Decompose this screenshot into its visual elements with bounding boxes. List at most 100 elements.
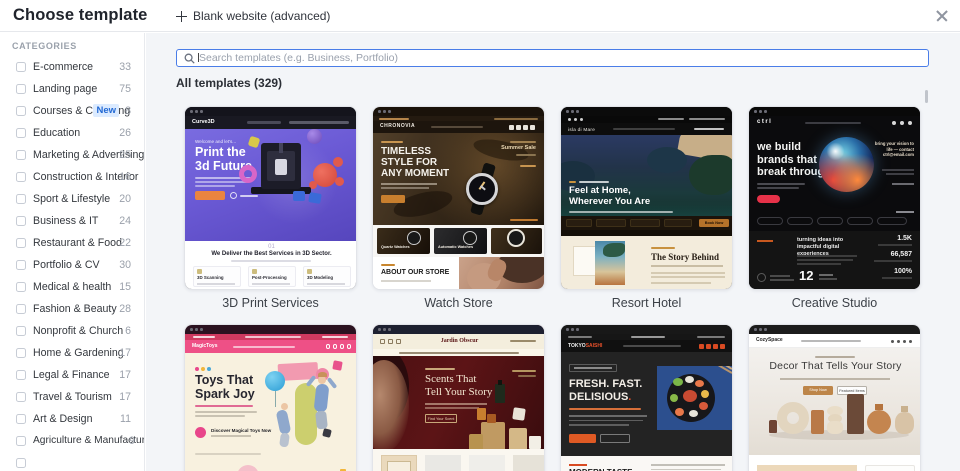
- window-dots-icon: [190, 328, 203, 331]
- checkbox[interactable]: [16, 348, 26, 358]
- checkbox[interactable]: [16, 216, 26, 226]
- template-card-decor[interactable]: CozySpace Decor That Tells Your Story Sh…: [748, 324, 921, 471]
- cta-icon: [195, 427, 206, 438]
- sidebar-item-partial[interactable]: [0, 452, 144, 471]
- gift-icon: [332, 360, 343, 371]
- checkbox[interactable]: [16, 128, 26, 138]
- sidebar-item-medical-health[interactable]: Medical & health 15: [0, 276, 144, 298]
- checkbox[interactable]: [16, 260, 26, 270]
- categories-sidebar: CATEGORIES E-commerce 33 Landing page 75 C…: [0, 33, 145, 471]
- hero-section: Scents That Tell Your Story Find Your Sc…: [373, 356, 544, 449]
- about-section: MODERN TASTE: [561, 456, 732, 471]
- template-thumbnail[interactable]: CozySpace Decor That Tells Your Story Sh…: [748, 324, 921, 471]
- checkbox[interactable]: [16, 194, 26, 204]
- window-dots-icon: [190, 110, 203, 113]
- watch-icon: [407, 231, 421, 245]
- sidebar-item-ecommerce[interactable]: E-commerce 33: [0, 56, 144, 78]
- sidebar-item-business-it[interactable]: Business & IT 24: [0, 210, 144, 232]
- template-card-toys[interactable]: MagicToys Toys That Spark Joy Discover M…: [184, 324, 357, 471]
- template-card-perfume[interactable]: Jardin Obscur Scents That Tell Your Stor…: [372, 324, 545, 471]
- checkbox[interactable]: [16, 370, 26, 380]
- sidebar-item-fashion-beauty[interactable]: Fashion & Beauty 28: [0, 298, 144, 320]
- blank-website-button[interactable]: Blank website (advanced): [176, 0, 330, 32]
- section-number: 01: [268, 244, 275, 250]
- template-card-creative-studio[interactable]: ctrl we build brands that break through …: [748, 106, 921, 310]
- checkbox[interactable]: [16, 392, 26, 402]
- sidebar-item-travel-tourism[interactable]: Travel & Tourism 17: [0, 386, 144, 408]
- sidebar-item-portfolio-cv[interactable]: Portfolio & CV 30: [0, 254, 144, 276]
- hero-section: Decor That Tells Your Story Shop Now Fea…: [749, 348, 920, 455]
- template-thumbnail[interactable]: Curve3D Welcome and let's... Print the 3…: [184, 106, 357, 290]
- sidebar-item-sport-lifestyle[interactable]: Sport & Lifestyle 20: [0, 188, 144, 210]
- perfume-bottle: [487, 414, 496, 423]
- template-thumbnail[interactable]: Jardin Obscur Scents That Tell Your Stor…: [372, 324, 545, 471]
- sidebar-item-education[interactable]: Education 26: [0, 122, 144, 144]
- scrollbar-thumb[interactable]: [925, 90, 928, 103]
- site-logo: ctrl: [757, 119, 773, 125]
- products-row: [373, 449, 544, 471]
- checkbox[interactable]: [16, 458, 26, 468]
- sidebar-item-construction[interactable]: Construction & Interior 16: [0, 166, 144, 188]
- checkbox[interactable]: [16, 172, 26, 182]
- pedestal: [481, 422, 505, 449]
- sidebar-item-legal-finance[interactable]: Legal & Finance 17: [0, 364, 144, 386]
- template-thumbnail[interactable]: MagicToys Toys That Spark Joy Discover M…: [184, 324, 357, 471]
- template-card-3d-print[interactable]: Curve3D Welcome and let's... Print the 3…: [184, 106, 357, 310]
- hero-headline-1: Toys That: [195, 373, 254, 387]
- template-card-resort-hotel[interactable]: isla di Mare Feel at Home, Wherever You …: [560, 106, 733, 310]
- sidebar-item-art-design[interactable]: Art & Design 11: [0, 408, 144, 430]
- template-thumbnail[interactable]: isla di Mare Feel at Home, Wherever You …: [560, 106, 733, 290]
- choose-template-dialog: Choose template Blank website (advanced)…: [0, 0, 960, 471]
- hero-headline-1: TIMELESS: [381, 146, 432, 157]
- pedestal: [509, 428, 527, 449]
- template-thumbnail[interactable]: CHRONOVIA TIMELESS STYLE FOR ANY MOMENT: [372, 106, 545, 290]
- sidebar-item-restaurant-food[interactable]: Restaurant & Food 22: [0, 232, 144, 254]
- orb-graphic: [819, 137, 874, 192]
- hero-section: Feel at Home, Wherever You Are: [561, 135, 732, 216]
- search-bar[interactable]: [176, 49, 929, 67]
- checkbox[interactable]: [16, 436, 26, 446]
- sidebar-item-marketing[interactable]: Marketing & Advertising 25: [0, 144, 144, 166]
- checkbox[interactable]: [16, 150, 26, 160]
- pedestal: [469, 434, 483, 449]
- checkbox[interactable]: [16, 84, 26, 94]
- category-tiles: Quartz Watches Automatic Watches: [373, 225, 544, 257]
- checkbox[interactable]: [16, 106, 26, 116]
- template-thumbnail[interactable]: TOKYOSAISHI FRESH. FAST. DELISIOUS.: [560, 324, 733, 471]
- primary-button: Shop Now: [803, 386, 833, 395]
- story-section: The Story Behind: [561, 236, 732, 289]
- globe-icon: [757, 273, 766, 282]
- sushi-photo: [657, 366, 732, 430]
- vase-cylinder: [811, 410, 824, 434]
- dialog-header: Choose template Blank website (advanced): [0, 0, 960, 32]
- checkbox[interactable]: [16, 326, 26, 336]
- template-card-watch-store[interactable]: CHRONOVIA TIMELESS STYLE FOR ANY MOMENT: [372, 106, 545, 310]
- search-input[interactable]: [199, 50, 919, 65]
- contact-note: bring your vision to life — contact ctrl…: [874, 141, 914, 158]
- search-icon: [184, 53, 195, 64]
- sidebar-item-nonprofit-church[interactable]: Nonprofit & Church 6: [0, 320, 144, 342]
- service-icon: [307, 269, 312, 274]
- window-dots-icon: [566, 110, 579, 113]
- hero-headline-2: Tell Your Story: [425, 386, 493, 398]
- checkbox[interactable]: [16, 414, 26, 424]
- perfume-bottle: [495, 384, 505, 403]
- checkbox[interactable]: [16, 304, 26, 314]
- site-logo: MagicToys: [192, 342, 218, 349]
- header-bar: Jardin Obscur: [373, 334, 544, 349]
- template-thumbnail[interactable]: ctrl we build brands that break through …: [748, 106, 921, 290]
- sidebar-item-home-gardening[interactable]: Home & Gardening 17: [0, 342, 144, 364]
- template-card-sushi[interactable]: TOKYOSAISHI FRESH. FAST. DELISIOUS.: [560, 324, 733, 471]
- vase-donut: [777, 402, 809, 434]
- checkbox[interactable]: [16, 238, 26, 248]
- sidebar-item-courses-coaching[interactable]: Courses & Coaching New 8: [0, 100, 144, 122]
- close-icon[interactable]: [933, 7, 951, 25]
- sidebar-item-landing-page[interactable]: Landing page 75: [0, 78, 144, 100]
- sidebar-item-agriculture[interactable]: Agriculture & Manufacturing9: [0, 430, 144, 452]
- template-name: Resort Hotel: [611, 296, 682, 310]
- browser-chrome: [561, 107, 732, 116]
- checkbox[interactable]: [16, 62, 26, 72]
- balloon-shape: [265, 371, 285, 391]
- checkbox[interactable]: [16, 282, 26, 292]
- sphere-shape: [307, 129, 322, 144]
